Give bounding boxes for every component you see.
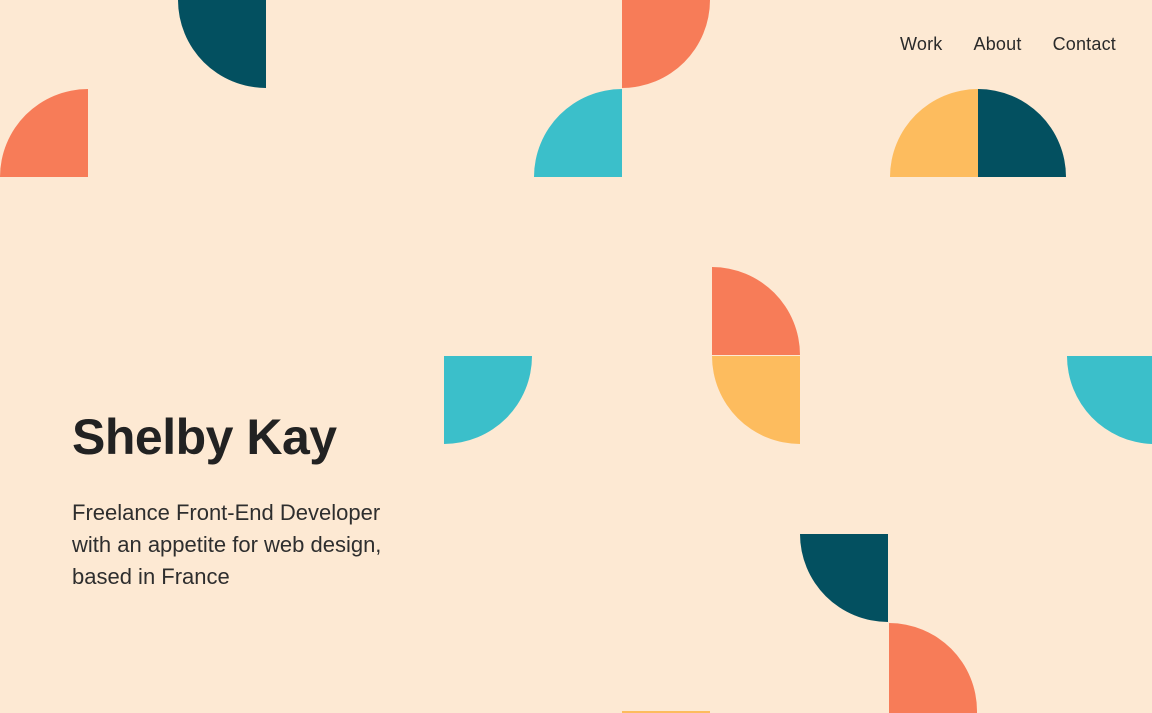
teal-quarter-shape (534, 89, 622, 177)
yellow-quarter-shape (712, 356, 800, 444)
coral-quarter-shape (0, 89, 88, 177)
main-nav: Work About Contact (900, 34, 1116, 55)
teal-quarter-shape (444, 356, 532, 444)
geometric-background (0, 0, 1152, 713)
nav-link-about[interactable]: About (974, 34, 1022, 55)
nav-link-work[interactable]: Work (900, 34, 942, 55)
yellow-quarter-shape (890, 89, 978, 177)
dark-teal-quarter-shape (800, 534, 888, 622)
nav-link-contact[interactable]: Contact (1053, 34, 1116, 55)
coral-quarter-shape (712, 267, 800, 355)
dark-teal-quarter-shape (978, 89, 1066, 177)
dark-teal-quarter-shape (178, 0, 266, 88)
teal-quarter-shape (1067, 356, 1152, 444)
hero-section: Shelby Kay Freelance Front-End Developer… (72, 410, 432, 593)
hero-name: Shelby Kay (72, 409, 337, 465)
coral-quarter-shape (622, 0, 710, 88)
hero-tagline: Freelance Front-End Developer with an ap… (72, 500, 382, 589)
coral-quarter-shape (889, 623, 977, 713)
